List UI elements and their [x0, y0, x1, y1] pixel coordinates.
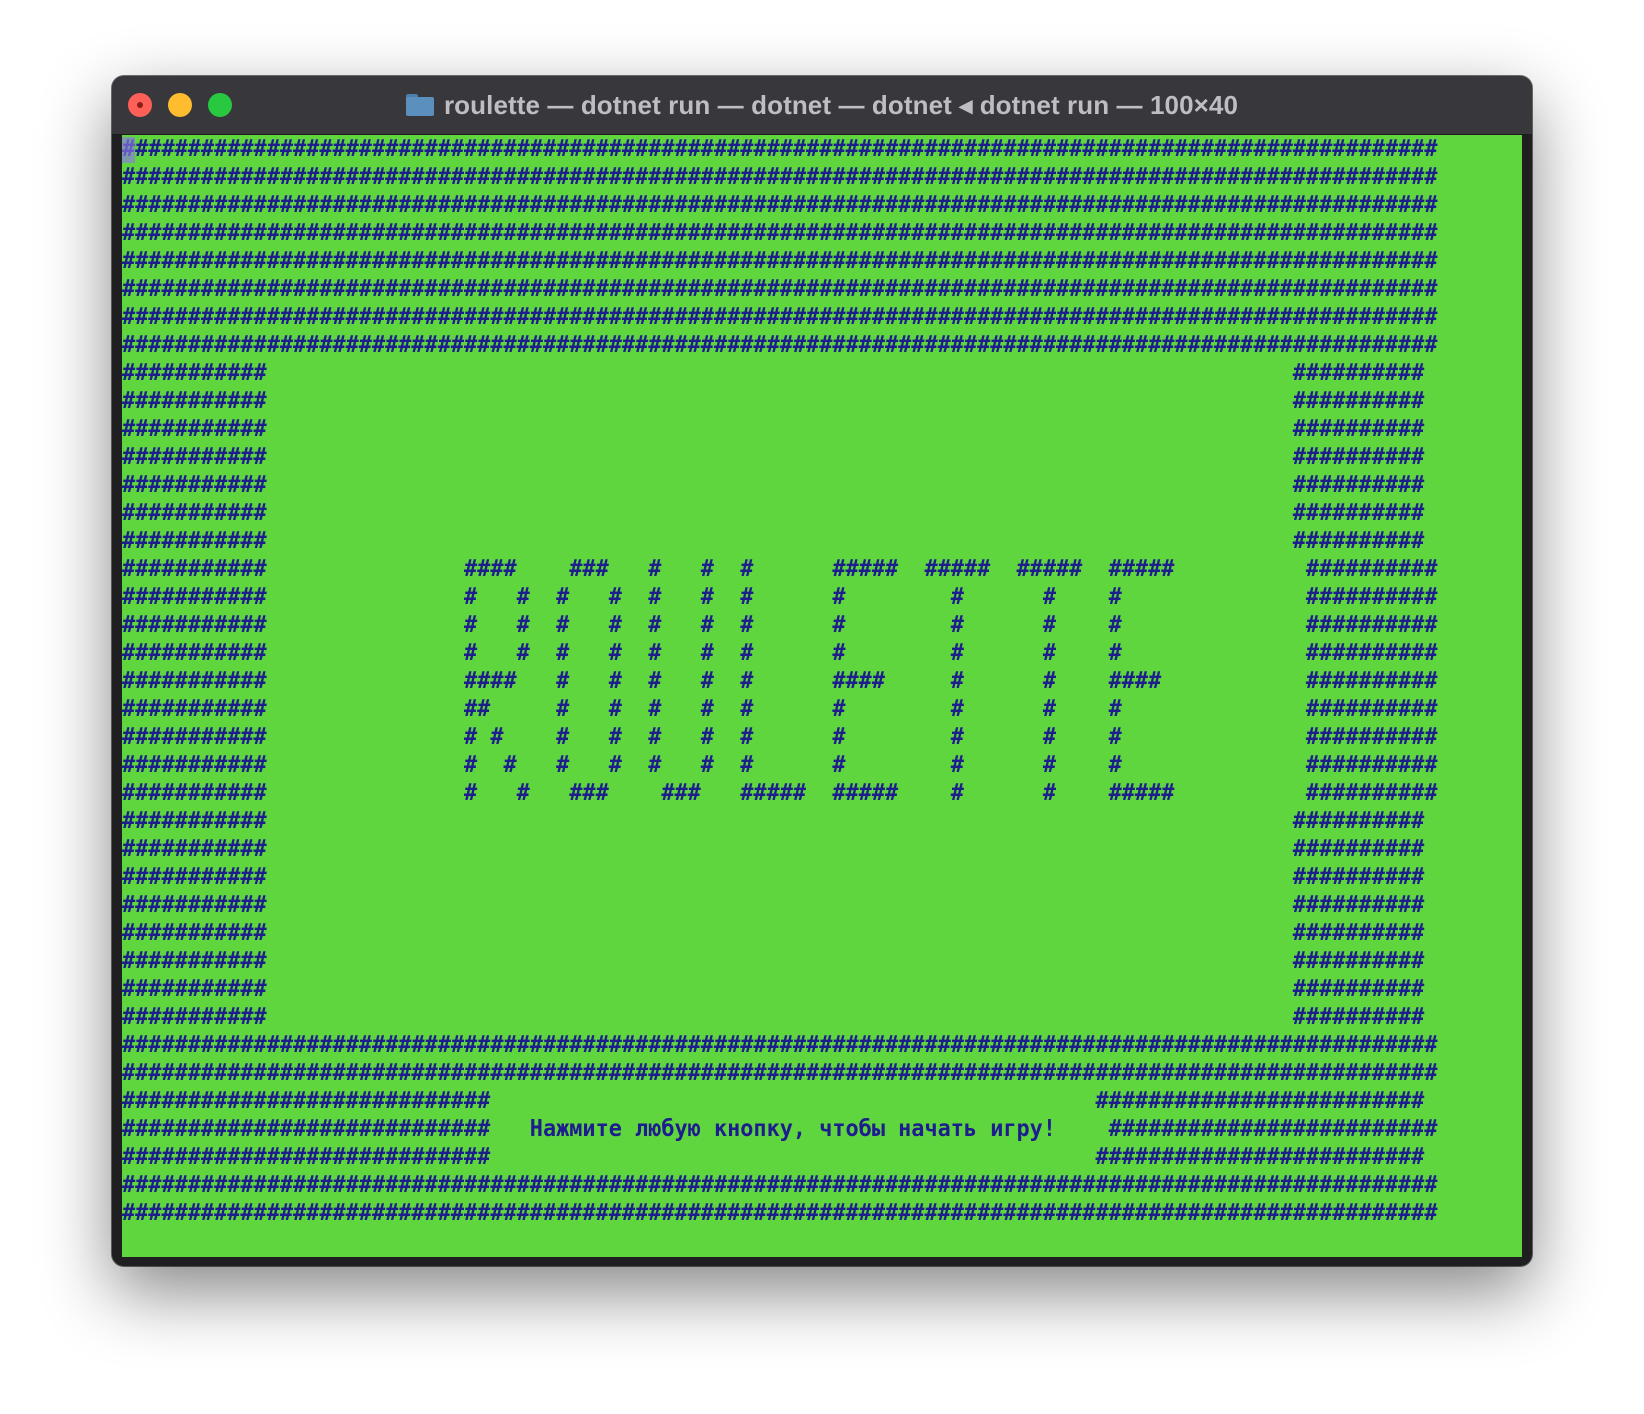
window-title: roulette — dotnet run — dotnet — dotnet … [443, 89, 1239, 120]
terminal-line: ########################################… [122, 1200, 1438, 1226]
terminal-line: ########### ########## [122, 948, 1425, 974]
terminal-line: ############################ Нажмите люб… [122, 1116, 1438, 1142]
terminal-screen[interactable]: ########################################… [122, 135, 1522, 1257]
terminal-line: ########### ########## [122, 416, 1425, 442]
terminal-line: ########################################… [122, 248, 1438, 274]
terminal-line: ########### ########## [122, 864, 1425, 890]
terminal-line: ########################################… [122, 220, 1438, 246]
folder-icon [405, 94, 434, 116]
terminal-line: ########### # # # # # # # # # # # ######… [122, 612, 1438, 638]
terminal-window: roulette — dotnet run — dotnet — dotnet … [112, 76, 1532, 1266]
terminal-line: ########### # # # # # # # # # # # ######… [122, 724, 1438, 750]
title-bar[interactable]: roulette — dotnet run — dotnet — dotnet … [112, 76, 1532, 135]
terminal-line: ########################################… [122, 1060, 1438, 1086]
terminal-line: ########### ########## [122, 976, 1425, 1002]
terminal-line: ############################ ###########… [122, 1144, 1425, 1170]
terminal-line: ########### ########## [122, 892, 1425, 918]
terminal-line: ########################################… [122, 1172, 1438, 1198]
terminal-line: ########################################… [122, 1032, 1438, 1058]
terminal-line: ########################################… [122, 332, 1438, 358]
terminal-line: ########### ########## [122, 472, 1425, 498]
terminal-line: ########### ## # # # # # # # # # #######… [122, 696, 1438, 722]
terminal-line: ########################################… [122, 276, 1438, 302]
terminal-line: ########################################… [122, 304, 1438, 330]
terminal-line: ########### ########## [122, 1004, 1425, 1030]
terminal-line: ########### ########## [122, 808, 1425, 834]
terminal-line: ########### ########## [122, 920, 1425, 946]
terminal-line: ########### #### ### # # # ##### ##### #… [122, 556, 1438, 582]
terminal-line: ########### # # ### ### ##### ##### # # … [122, 780, 1438, 806]
terminal-line: ########### ########## [122, 444, 1425, 470]
terminal-line: ########### ########## [122, 528, 1425, 554]
terminal-line: ########### #### # # # # # #### # # ####… [122, 668, 1438, 694]
terminal-cursor [122, 137, 135, 163]
terminal-line: ########################################… [122, 192, 1438, 218]
terminal-line: ########### # # # # # # # # # # # ######… [122, 584, 1438, 610]
terminal-output: ########################################… [122, 135, 1437, 1255]
window-title-group: roulette — dotnet run — dotnet — dotnet … [112, 76, 1532, 134]
terminal-line: ########### ########## [122, 388, 1425, 414]
terminal-line: ########### # # # # # # # # # # # ######… [122, 752, 1438, 778]
terminal-line: ########### ########## [122, 836, 1425, 862]
terminal-line: ############################ ###########… [122, 1088, 1425, 1114]
terminal-line: ########### ########## [122, 500, 1425, 526]
terminal-line: ########################################… [122, 164, 1438, 190]
terminal-line: ########### # # # # # # # # # # # ######… [122, 640, 1438, 666]
terminal-line: ########################################… [122, 136, 1438, 162]
terminal-line: ########### ########## [122, 360, 1425, 386]
